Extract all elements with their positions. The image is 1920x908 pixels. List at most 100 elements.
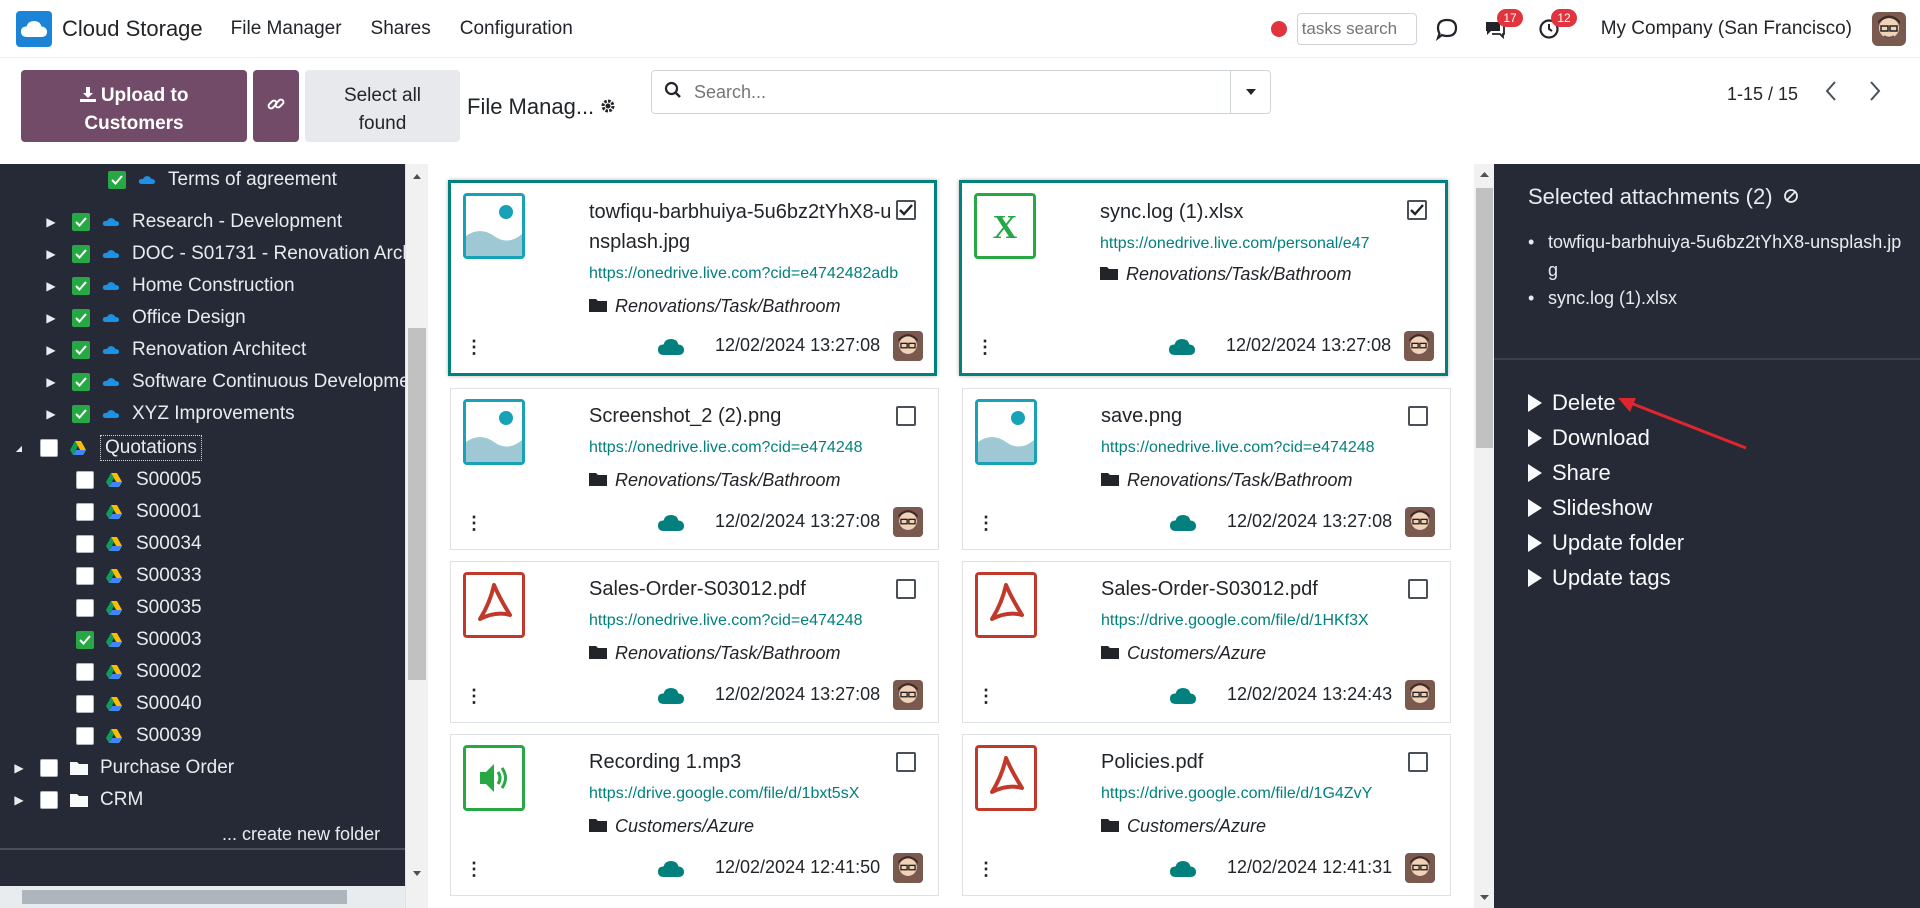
- attachment-card[interactable]: towfiqu-barbhuiya-5u6bz2tYhX8-unsplash.j…: [448, 180, 937, 376]
- tree-item-renovation-architect[interactable]: ▶ Renovation Architect: [46, 334, 306, 366]
- attachment-card[interactable]: Recording 1.mp3 https://drive.google.com…: [450, 734, 939, 896]
- checkbox[interactable]: [40, 791, 58, 809]
- tree-item-office-design[interactable]: ▶ Office Design: [46, 302, 245, 334]
- select-all-found-button[interactable]: Select all found: [305, 70, 460, 142]
- checkbox[interactable]: [72, 373, 90, 391]
- tree-item-s00039[interactable]: S00039: [76, 720, 202, 752]
- checkbox[interactable]: [76, 567, 94, 585]
- checkbox[interactable]: [40, 759, 58, 777]
- tree-item-terms-of-agreement[interactable]: Terms of agreement: [108, 164, 337, 196]
- pager-next-icon[interactable]: [1868, 80, 1882, 107]
- card-checkbox[interactable]: [1408, 752, 1428, 772]
- caret-right-icon[interactable]: ▶: [46, 311, 56, 325]
- attachment-card[interactable]: save.png https://onedrive.live.com?cid=e…: [962, 388, 1451, 550]
- attachment-card[interactable]: Sales-Order-S03012.pdf https://onedrive.…: [450, 561, 939, 723]
- sidebar-horizontal-scrollbar[interactable]: [0, 886, 405, 908]
- caret-right-icon[interactable]: ▶: [46, 407, 56, 421]
- tree-item-s00034[interactable]: S00034: [76, 528, 202, 560]
- card-checkbox-checked[interactable]: [1407, 200, 1427, 220]
- create-new-folder-link[interactable]: ... create new folder: [222, 824, 380, 845]
- checkbox[interactable]: [40, 439, 58, 457]
- tree-item-s00033[interactable]: S00033: [76, 560, 202, 592]
- card-menu-icon[interactable]: ⋮: [977, 686, 995, 707]
- clear-selection-icon[interactable]: [1783, 184, 1799, 210]
- voip-phone-icon[interactable]: [1429, 11, 1465, 47]
- activities-clock-icon[interactable]: 12: [1531, 9, 1577, 47]
- tree-item-software-continuous-development[interactable]: ▶ Software Continuous Developme: [46, 366, 405, 398]
- card-checkbox[interactable]: [896, 579, 916, 599]
- checkbox[interactable]: [76, 631, 94, 649]
- tree-item-xyz-improvements[interactable]: ▶ XYZ Improvements: [46, 398, 294, 430]
- action-update-folder[interactable]: Update folder: [1528, 530, 1684, 556]
- tasks-search-input[interactable]: [1296, 13, 1417, 45]
- caret-right-icon[interactable]: ▶: [46, 247, 56, 261]
- tree-item-doc-s01731[interactable]: ▶ DOC - S01731 - Renovation Arch: [46, 238, 405, 270]
- attachment-url[interactable]: https://onedrive.live.com?cid=e474248: [1101, 439, 1401, 457]
- app-name[interactable]: Cloud Storage: [62, 16, 203, 42]
- upload-to-customers-button[interactable]: Upload to Customers: [21, 70, 247, 142]
- user-avatar[interactable]: [1872, 12, 1906, 46]
- card-menu-icon[interactable]: ⋮: [977, 859, 995, 880]
- caret-right-icon[interactable]: ▶: [14, 761, 24, 775]
- card-menu-icon[interactable]: ⋮: [976, 337, 994, 358]
- checkbox[interactable]: [72, 277, 90, 295]
- card-menu-icon[interactable]: ⋮: [465, 686, 483, 707]
- attachment-card[interactable]: Screenshot_2 (2).png https://onedrive.li…: [450, 388, 939, 550]
- tree-item-s00002[interactable]: S00002: [76, 656, 202, 688]
- checkbox[interactable]: [76, 727, 94, 745]
- tree-item-research-development[interactable]: ▶ Research - Development: [46, 206, 342, 238]
- caret-down-icon[interactable]: ◢: [14, 444, 24, 453]
- attachment-url[interactable]: https://drive.google.com/file/d/1G4ZvY: [1101, 785, 1401, 803]
- attachment-card[interactable]: Policies.pdf https://drive.google.com/fi…: [962, 734, 1451, 896]
- attachment-url[interactable]: https://drive.google.com/file/d/1bxt5sX: [589, 785, 889, 803]
- checkbox[interactable]: [72, 245, 90, 263]
- card-checkbox[interactable]: [896, 752, 916, 772]
- attachment-url[interactable]: https://onedrive.live.com?cid=e474248: [589, 439, 889, 457]
- checkbox[interactable]: [76, 663, 94, 681]
- card-menu-icon[interactable]: ⋮: [977, 513, 995, 534]
- record-indicator-icon[interactable]: [1270, 21, 1287, 37]
- tree-item-s00001[interactable]: S00001: [76, 496, 202, 528]
- action-share[interactable]: Share: [1528, 460, 1611, 486]
- attachment-url[interactable]: https://drive.google.com/file/d/1HKf3X: [1101, 612, 1401, 630]
- caret-right-icon[interactable]: ▶: [46, 375, 56, 389]
- menu-configuration[interactable]: Configuration: [460, 18, 573, 40]
- tree-item-s00005[interactable]: S00005: [76, 464, 202, 496]
- tree-item-s00003[interactable]: S00003: [76, 624, 202, 656]
- tree-item-quotations[interactable]: ◢ Quotations: [14, 432, 202, 464]
- caret-right-icon[interactable]: ▶: [46, 279, 56, 293]
- checkbox[interactable]: [72, 405, 90, 423]
- scrollbar-thumb[interactable]: [408, 328, 426, 680]
- scrollbar-thumb[interactable]: [22, 890, 347, 904]
- checkbox[interactable]: [72, 341, 90, 359]
- attachment-url[interactable]: https://onedrive.live.com?cid=e474248: [589, 612, 889, 630]
- caret-right-icon[interactable]: ▶: [46, 343, 56, 357]
- attachment-card[interactable]: Sales-Order-S03012.pdf https://drive.goo…: [962, 561, 1451, 723]
- right-vertical-scrollbar[interactable]: [1474, 164, 1495, 908]
- card-menu-icon[interactable]: ⋮: [465, 859, 483, 880]
- card-menu-icon[interactable]: ⋮: [465, 513, 483, 534]
- tree-item-purchase-order[interactable]: ▶ Purchase Order: [14, 752, 234, 784]
- tree-item-home-construction[interactable]: ▶ Home Construction: [46, 270, 294, 302]
- pager-previous-icon[interactable]: [1824, 80, 1838, 107]
- checkbox[interactable]: [72, 309, 90, 327]
- checkbox[interactable]: [76, 471, 94, 489]
- card-checkbox[interactable]: [896, 406, 916, 426]
- card-menu-icon[interactable]: ⋮: [465, 337, 483, 358]
- attachment-url[interactable]: https://onedrive.live.com/personal/e47: [1100, 235, 1400, 253]
- checkbox[interactable]: [76, 695, 94, 713]
- company-switcher[interactable]: My Company (San Francisco): [1601, 18, 1852, 40]
- checkbox[interactable]: [76, 503, 94, 521]
- checkbox[interactable]: [76, 535, 94, 553]
- messages-icon[interactable]: 17: [1477, 9, 1523, 47]
- menu-file-manager[interactable]: File Manager: [231, 18, 342, 40]
- card-checkbox[interactable]: [1408, 579, 1428, 599]
- checkbox[interactable]: [76, 599, 94, 617]
- card-checkbox-checked[interactable]: [896, 200, 916, 220]
- pager-value[interactable]: 1-15 / 15: [1727, 84, 1798, 105]
- gear-icon[interactable]: [600, 94, 616, 120]
- link-button[interactable]: [253, 70, 299, 142]
- search-options-toggle[interactable]: [1230, 71, 1270, 113]
- attachment-url[interactable]: https://onedrive.live.com?cid=e4742482ad…: [589, 265, 919, 283]
- tree-item-s00040[interactable]: S00040: [76, 688, 202, 720]
